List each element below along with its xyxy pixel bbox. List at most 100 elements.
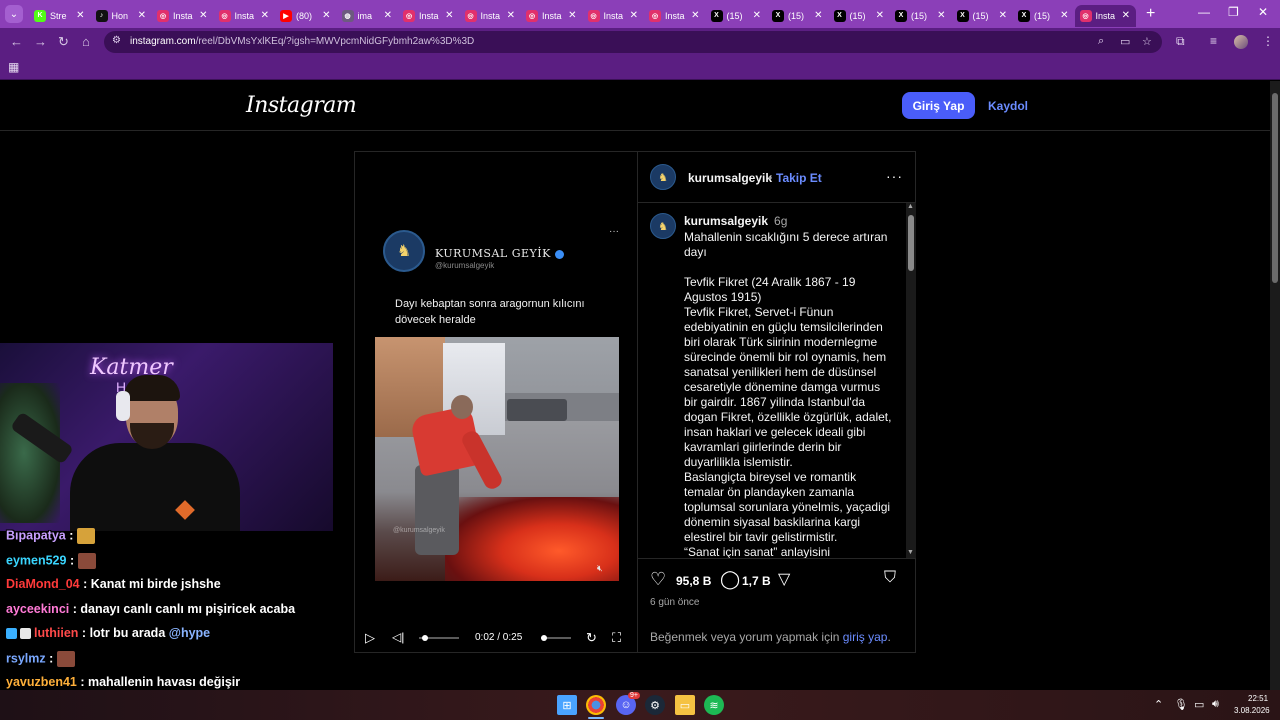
tab-close-icon[interactable]: ✕ bbox=[384, 10, 392, 21]
video-frame[interactable]: @kurumsalgeyik 🔇︎ bbox=[375, 337, 619, 581]
zoom-icon[interactable]: ⌕ bbox=[1098, 35, 1104, 48]
spotify-icon[interactable]: ≋ bbox=[704, 695, 724, 715]
extensions-icon[interactable]: ⧉ bbox=[1176, 34, 1185, 49]
forward-icon[interactable]: → bbox=[34, 34, 47, 49]
tab-close-icon[interactable]: ✕ bbox=[138, 10, 146, 21]
tab-close-icon[interactable]: ✕ bbox=[1122, 10, 1130, 21]
display-icon[interactable]: ▭ bbox=[1194, 698, 1204, 711]
tab-close-icon[interactable]: ✕ bbox=[691, 10, 699, 21]
more-options-icon[interactable]: ··· bbox=[886, 168, 903, 184]
browser-tab[interactable]: ◎ Insta ✕ bbox=[644, 5, 706, 27]
tab-close-icon[interactable]: ✕ bbox=[999, 10, 1007, 21]
file-explorer-icon[interactable]: ▭ bbox=[675, 695, 695, 715]
chat-username[interactable]: eymen529 bbox=[6, 553, 66, 567]
browser-tab[interactable]: X (15) ✕ bbox=[829, 5, 891, 27]
chrome-icon[interactable] bbox=[586, 695, 606, 715]
browser-tab[interactable]: ◎ Insta ✕ bbox=[1074, 4, 1136, 27]
mic-icon[interactable]: 🎙︎ bbox=[1174, 698, 1188, 711]
comment-icon[interactable]: ◯ bbox=[720, 569, 740, 590]
comment-username[interactable]: kurumsalgeyik bbox=[684, 214, 768, 228]
login-button[interactable]: Giriş Yap bbox=[902, 92, 975, 119]
browser-tab[interactable]: X (15) ✕ bbox=[952, 5, 1014, 27]
tab-close-icon[interactable]: ✕ bbox=[753, 10, 761, 21]
profile-avatar[interactable] bbox=[1234, 35, 1248, 49]
chat-username[interactable]: rsylmz bbox=[6, 651, 46, 665]
maximize-icon[interactable]: ❐ bbox=[1228, 5, 1239, 19]
apps-grid-icon[interactable]: ▦ bbox=[8, 60, 19, 74]
bookmark-icon[interactable]: ⛉ bbox=[884, 569, 896, 587]
browser-tab[interactable]: X (15) ✕ bbox=[890, 5, 952, 27]
volume-handle[interactable] bbox=[541, 635, 547, 641]
browser-tab[interactable]: ◍ ima ✕ bbox=[337, 5, 399, 27]
video-mute-icon[interactable]: 🔇︎ bbox=[597, 563, 603, 574]
scroll-up-icon[interactable]: ▲ bbox=[907, 203, 914, 210]
browser-tab[interactable]: K Stre ✕ bbox=[29, 5, 91, 27]
heart-icon[interactable]: ♡ bbox=[650, 569, 666, 590]
like-count[interactable]: 95,8 B bbox=[676, 574, 711, 588]
play-icon[interactable]: ▷ bbox=[365, 630, 375, 646]
bookmark-star-icon[interactable]: ☆ bbox=[1142, 35, 1152, 48]
follow-button[interactable]: Takip Et bbox=[776, 171, 822, 185]
close-window-icon[interactable]: ✕ bbox=[1258, 5, 1268, 19]
chat-username[interactable]: Bıpapatya bbox=[6, 528, 66, 542]
chat-mention[interactable]: @hype bbox=[169, 626, 210, 640]
tab-search-button[interactable]: ⌄ bbox=[5, 5, 23, 23]
reading-list-icon[interactable]: ≡ bbox=[1210, 34, 1217, 48]
scrollbar-thumb[interactable] bbox=[908, 215, 914, 271]
volume-icon[interactable]: ◁| bbox=[392, 630, 404, 644]
share-icon[interactable]: ▽ bbox=[778, 569, 790, 589]
tab-close-icon[interactable]: ✕ bbox=[1060, 10, 1068, 21]
comments-panel[interactable]: ♞ kurumsalgeyik 6g Mahallenin sıcaklığını… bbox=[638, 203, 916, 559]
menu-dots-icon[interactable]: ⋮ bbox=[1262, 34, 1274, 48]
new-tab-button[interactable]: + bbox=[1146, 5, 1164, 23]
tab-close-icon[interactable]: ✕ bbox=[199, 10, 207, 21]
login-prompt-link[interactable]: giriş yap bbox=[843, 630, 888, 644]
volume-slider[interactable] bbox=[541, 635, 571, 641]
tab-close-icon[interactable]: ✕ bbox=[937, 10, 945, 21]
clock-time[interactable]: 22:51 bbox=[1248, 694, 1268, 703]
account-avatar[interactable]: ♞ bbox=[650, 164, 676, 190]
browser-tab[interactable]: ◎ Insta ✕ bbox=[398, 5, 460, 27]
page-scrollbar[interactable] bbox=[1270, 81, 1280, 690]
tab-close-icon[interactable]: ✕ bbox=[814, 10, 822, 21]
site-info-icon[interactable]: ⚙ bbox=[112, 35, 121, 46]
chat-username[interactable]: DiaMond_04 bbox=[6, 577, 80, 591]
chat-username[interactable]: yavuzben41 bbox=[6, 675, 77, 689]
tab-close-icon[interactable]: ✕ bbox=[876, 10, 884, 21]
comment-count[interactable]: 1,7 B bbox=[742, 574, 771, 588]
page-scrollbar-thumb[interactable] bbox=[1272, 93, 1278, 283]
post-username[interactable]: kurumsalgeyik bbox=[688, 171, 772, 185]
windows-start-icon[interactable]: ⊞ bbox=[557, 695, 577, 715]
browser-tab[interactable]: X (15) ✕ bbox=[706, 5, 768, 27]
back-icon[interactable]: ← bbox=[10, 34, 23, 49]
browser-tab[interactable]: ◎ Insta ✕ bbox=[460, 5, 522, 27]
home-icon[interactable]: ⌂ bbox=[82, 34, 90, 49]
browser-tab[interactable]: ◎ Insta ✕ bbox=[214, 5, 276, 27]
video-player[interactable]: ♞ KURUMSAL GEYİK @kurumsalgeyik ··· Dayı… bbox=[355, 152, 637, 652]
browser-tab[interactable]: ▶ (80) ✕ bbox=[275, 5, 337, 27]
reload-icon[interactable]: ↻ bbox=[58, 34, 69, 50]
tray-chevron-icon[interactable]: ⌃ bbox=[1154, 698, 1163, 711]
chat-username[interactable]: luthiien bbox=[34, 626, 78, 640]
comment-avatar[interactable]: ♞ bbox=[650, 213, 676, 239]
tab-close-icon[interactable]: ✕ bbox=[568, 10, 576, 21]
tab-close-icon[interactable]: ✕ bbox=[445, 10, 453, 21]
seek-handle[interactable] bbox=[422, 635, 429, 641]
comments-scrollbar[interactable]: ▲ ▼ bbox=[906, 203, 916, 558]
tab-close-icon[interactable]: ✕ bbox=[261, 10, 269, 21]
browser-tab[interactable]: X (15) ✕ bbox=[1013, 5, 1075, 27]
cast-icon[interactable]: ▭ bbox=[1120, 35, 1130, 48]
browser-tab[interactable]: ◎ Insta ✕ bbox=[152, 5, 214, 27]
minimize-icon[interactable]: — bbox=[1198, 5, 1210, 19]
steam-icon[interactable]: ⚙ bbox=[645, 695, 665, 715]
replay-icon[interactable]: ↻ bbox=[586, 630, 597, 646]
volume-tray-icon[interactable]: 🔊︎ bbox=[1212, 698, 1219, 711]
signup-link[interactable]: Kaydol bbox=[988, 99, 1028, 113]
tab-close-icon[interactable]: ✕ bbox=[630, 10, 638, 21]
browser-tab[interactable]: ◎ Insta ✕ bbox=[521, 5, 583, 27]
tab-close-icon[interactable]: ✕ bbox=[76, 10, 84, 21]
tab-close-icon[interactable]: ✕ bbox=[507, 10, 515, 21]
fullscreen-icon[interactable]: ⛶ bbox=[612, 630, 621, 646]
clock-date[interactable]: 3.08.2026 bbox=[1234, 706, 1270, 715]
browser-tab[interactable]: X (15) ✕ bbox=[767, 5, 829, 27]
